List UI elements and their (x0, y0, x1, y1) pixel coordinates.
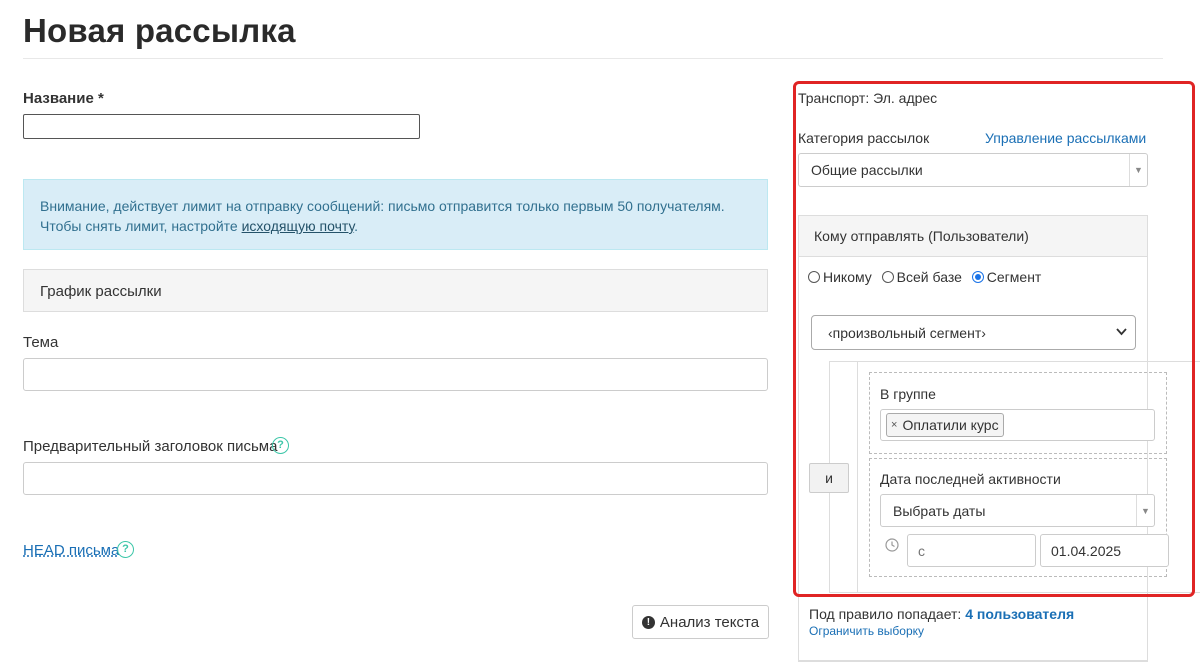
schedule-label: График рассылки (40, 283, 162, 300)
name-label: Название * (23, 90, 104, 107)
panel-bottom-rule (798, 660, 1148, 661)
limit-selection-link[interactable]: Ограничить выборку (809, 624, 924, 638)
head-link[interactable]: HEAD письма (23, 542, 119, 559)
highlight-frame (793, 81, 1195, 597)
schedule-panel-header[interactable]: График рассылки (23, 269, 768, 312)
alert-text-line1: Внимание, действует лимит на отправку со… (40, 198, 725, 214)
outgoing-mail-link[interactable]: исходящую почту (242, 218, 354, 234)
title-divider (23, 58, 1163, 59)
name-input[interactable] (23, 114, 420, 139)
alert-text-line2: Чтобы снять лимит, настройте исходящую п… (40, 216, 767, 236)
subject-label: Тема (23, 334, 59, 351)
preheader-label: Предварительный заголовок письма (23, 438, 278, 455)
limit-alert: Внимание, действует лимит на отправку со… (23, 179, 768, 250)
exclamation-circle-icon: ! (641, 615, 655, 629)
rule-summary-prefix: Под правило попадает: (809, 606, 966, 622)
rule-summary: Под правило попадает: 4 пользователя (809, 606, 1074, 622)
matched-users-link[interactable]: 4 пользователя (965, 606, 1074, 622)
head-help-icon[interactable]: ? (117, 541, 134, 558)
alert-text-suffix: . (354, 218, 358, 234)
subject-input[interactable] (23, 358, 768, 391)
page-title: Новая рассылка (23, 12, 296, 49)
alert-text-prefix: Чтобы снять лимит, настройте (40, 218, 242, 234)
preheader-help-icon[interactable]: ? (272, 437, 289, 454)
analyze-text-label: Анализ текста (659, 613, 760, 631)
preheader-input[interactable] (23, 462, 768, 495)
analyze-text-button[interactable]: ! Анализ текста (632, 605, 769, 639)
